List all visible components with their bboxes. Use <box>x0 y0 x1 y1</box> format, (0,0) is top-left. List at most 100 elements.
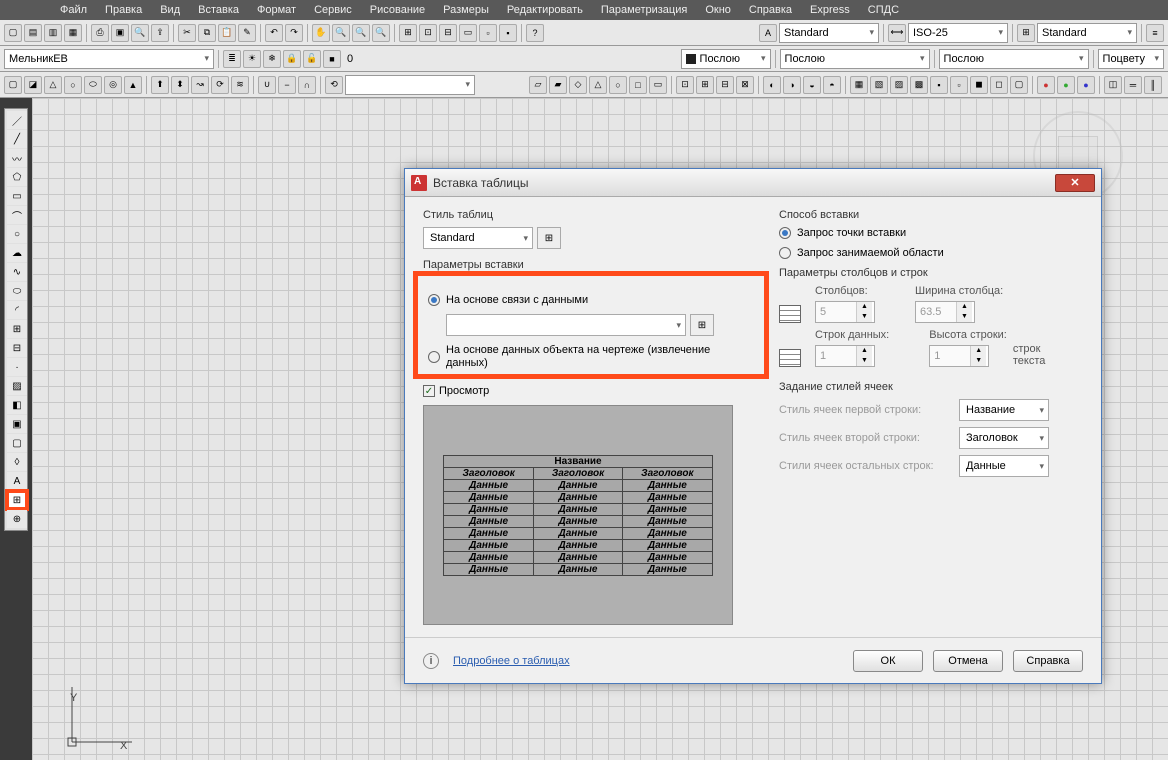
more-link[interactable]: Подробнее о таблицах <box>453 655 570 667</box>
intersect-icon[interactable]: ∩ <box>298 76 316 94</box>
gradient-icon[interactable]: ◧ <box>7 396 27 414</box>
menu-file[interactable]: Файл <box>60 4 87 16</box>
data-link-select[interactable] <box>446 314 686 336</box>
cs-first-combo[interactable]: Название <box>959 399 1049 421</box>
c4-icon[interactable]: △ <box>589 76 607 94</box>
ltype-combo[interactable]: Послою <box>780 49 930 69</box>
c8-icon[interactable]: ⊡ <box>676 76 694 94</box>
tablestyle-icon[interactable]: ⊞ <box>1017 24 1035 42</box>
cs-second-combo[interactable]: Заголовок <box>959 427 1049 449</box>
new-icon[interactable]: ▢ <box>4 24 22 42</box>
d2-icon[interactable]: ◑ <box>783 76 801 94</box>
markup-icon[interactable]: ▫ <box>479 24 497 42</box>
extrude-icon[interactable]: ⬆ <box>151 76 169 94</box>
sphere-icon[interactable]: ○ <box>64 76 82 94</box>
menu-window[interactable]: Окно <box>705 4 731 16</box>
menu-insert[interactable]: Вставка <box>198 4 239 16</box>
layer-combo[interactable]: МельникЕВ <box>4 49 214 69</box>
cs-other-combo[interactable]: Данные <box>959 455 1049 477</box>
dim-style-combo[interactable]: ISO-25 <box>908 23 1008 43</box>
pyramid-icon[interactable]: ▲ <box>124 76 142 94</box>
spline-icon[interactable]: ∿ <box>7 263 27 281</box>
rect-icon[interactable]: ▭ <box>7 187 27 205</box>
sweep-icon[interactable]: ↝ <box>191 76 209 94</box>
presspull-icon[interactable]: ⬍ <box>171 76 189 94</box>
regen-icon[interactable]: ⟲ <box>325 76 343 94</box>
plotstyle-combo[interactable]: Поцвету <box>1098 49 1164 69</box>
c5-icon[interactable]: ○ <box>609 76 627 94</box>
e4-icon[interactable]: ▩ <box>910 76 928 94</box>
layer-icon[interactable]: ≣ <box>223 50 241 68</box>
cols-input[interactable]: ▲▼ <box>815 301 875 323</box>
circle-icon[interactable]: ○ <box>7 225 27 243</box>
color-icon[interactable]: ■ <box>323 50 341 68</box>
cylinder-icon[interactable]: ⬭ <box>84 76 102 94</box>
box-icon[interactable]: ▢ <box>4 76 22 94</box>
colw-input[interactable]: ▲▼ <box>915 301 975 323</box>
text-style-combo[interactable]: Standard <box>779 23 879 43</box>
preview-checkbox[interactable] <box>423 385 435 397</box>
e8-icon[interactable]: ◻ <box>990 76 1008 94</box>
unlock-icon[interactable]: 🔓 <box>303 50 321 68</box>
save-icon[interactable]: ▥ <box>44 24 62 42</box>
table-style-combo[interactable]: Standard <box>1037 23 1137 43</box>
c9-icon[interactable]: ⊞ <box>696 76 714 94</box>
hatch-icon[interactable]: ▨ <box>7 377 27 395</box>
block-icon[interactable]: ⊞ <box>7 320 27 338</box>
menu-modify[interactable]: Редактировать <box>507 4 583 16</box>
revolve-icon[interactable]: ⟳ <box>211 76 229 94</box>
arc-icon[interactable]: ⌒ <box>7 206 27 224</box>
lweight-combo[interactable]: Послою <box>939 49 1089 69</box>
data-link-browse-button[interactable]: ⊞ <box>690 314 714 336</box>
radio-data-link[interactable] <box>428 294 440 306</box>
props-icon[interactable]: ⊞ <box>399 24 417 42</box>
tool-icon[interactable]: ⊟ <box>439 24 457 42</box>
dimstyle-icon[interactable]: ⟷ <box>888 24 906 42</box>
menu-dim[interactable]: Размеры <box>443 4 489 16</box>
d4-icon[interactable]: ◓ <box>823 76 841 94</box>
match-icon[interactable]: ✎ <box>238 24 256 42</box>
menu-format[interactable]: Формат <box>257 4 296 16</box>
line-icon[interactable]: ／ <box>7 111 27 129</box>
navbar-combo[interactable] <box>345 75 475 95</box>
ok-button[interactable]: ОК <box>853 650 923 672</box>
menu-service[interactable]: Сервис <box>314 4 352 16</box>
menu-spds[interactable]: СПДС <box>868 4 899 16</box>
g2-icon[interactable]: ═ <box>1124 76 1142 94</box>
plot-icon[interactable]: ▣ <box>111 24 129 42</box>
lock-icon[interactable]: 🔒 <box>283 50 301 68</box>
zoomp-icon[interactable]: 🔍 <box>372 24 390 42</box>
textstyle-icon[interactable]: A <box>759 24 777 42</box>
pan-icon[interactable]: ✋ <box>312 24 330 42</box>
d3-icon[interactable]: ◒ <box>803 76 821 94</box>
zoom-icon[interactable]: 🔍 <box>332 24 350 42</box>
menu-view[interactable]: Вид <box>160 4 180 16</box>
union-icon[interactable]: ∪ <box>258 76 276 94</box>
saveas-icon[interactable]: ▦ <box>64 24 82 42</box>
c3-icon[interactable]: ◇ <box>569 76 587 94</box>
close-button[interactable]: ✕ <box>1055 174 1095 192</box>
text-icon[interactable]: A <box>7 472 27 490</box>
undo-icon[interactable]: ↶ <box>265 24 283 42</box>
table-icon[interactable]: ⊞ <box>7 491 27 509</box>
sun-icon[interactable]: ☀ <box>243 50 261 68</box>
addsel-icon[interactable]: ⊕ <box>7 510 27 528</box>
e3-icon[interactable]: ▨ <box>890 76 908 94</box>
f2-icon[interactable]: ● <box>1057 76 1075 94</box>
ellipsearc-icon[interactable]: ◜ <box>7 301 27 319</box>
menu-express[interactable]: Express <box>810 4 850 16</box>
d1-icon[interactable]: ◐ <box>763 76 781 94</box>
xline-icon[interactable]: ╱ <box>7 130 27 148</box>
f3-icon[interactable]: ● <box>1077 76 1095 94</box>
e6-icon[interactable]: ▫ <box>950 76 968 94</box>
radio-extract[interactable] <box>428 351 440 363</box>
e9-icon[interactable]: ▢ <box>1010 76 1028 94</box>
publish-icon[interactable]: ⇪ <box>151 24 169 42</box>
table-style-select[interactable]: Standard <box>423 227 533 249</box>
c2-icon[interactable]: ▰ <box>549 76 567 94</box>
loft-icon[interactable]: ≋ <box>231 76 249 94</box>
rows-input[interactable]: ▲▼ <box>815 345 875 367</box>
ellipse-icon[interactable]: ⬭ <box>7 282 27 300</box>
color-combo[interactable]: Послою <box>681 49 771 69</box>
radio-point[interactable] <box>779 227 791 239</box>
